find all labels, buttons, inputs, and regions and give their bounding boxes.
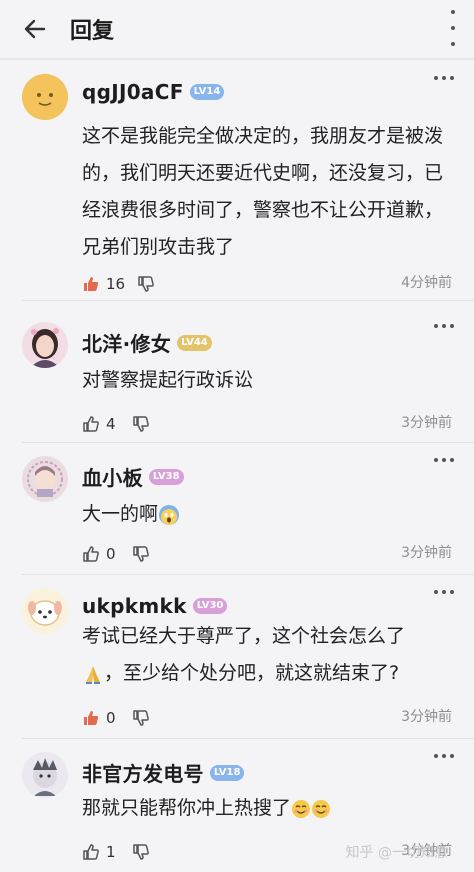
cartoon-dog-avatar-icon <box>22 588 68 634</box>
header-divider <box>0 58 474 60</box>
scream-emoji-icon <box>159 504 180 525</box>
username[interactable]: qgJJ0aCF <box>82 80 184 104</box>
avatar[interactable] <box>22 752 68 798</box>
comment-text: 那就只能帮你冲上热搜了 <box>82 797 292 819</box>
thumbs-up-icon[interactable] <box>82 545 100 563</box>
like-count: 0 <box>106 709 116 727</box>
username[interactable]: 北洋·修女 <box>82 328 171 357</box>
thumbs-down-icon[interactable] <box>132 415 150 433</box>
more-dots-icon[interactable] <box>434 76 454 82</box>
smiley-avatar-icon <box>22 74 68 120</box>
like-count: 4 <box>106 415 116 433</box>
like-count: 16 <box>106 275 126 293</box>
level-badge: LV44 <box>177 334 212 351</box>
avatar[interactable] <box>22 588 68 634</box>
timestamp: 3分钟前 <box>401 709 452 725</box>
more-dots-icon[interactable] <box>434 458 454 464</box>
thumbs-down-icon[interactable] <box>132 709 150 727</box>
comment-text-container: 那就只能帮你冲上热搜了 <box>82 790 454 827</box>
comment-text-line-2: ，至少给个处分吧，就这就结束了? <box>82 655 454 692</box>
more-dots-icon[interactable] <box>434 754 454 760</box>
thumbs-up-icon[interactable] <box>82 275 100 293</box>
avatar[interactable] <box>22 456 68 502</box>
anime-avatar-icon <box>22 456 68 502</box>
comment-divider <box>22 300 474 301</box>
like-count: 1 <box>106 843 116 861</box>
avatar[interactable] <box>22 74 68 120</box>
username[interactable]: 血小板 <box>82 462 143 491</box>
level-badge: LV14 <box>189 84 225 100</box>
thumbs-up-icon[interactable] <box>82 709 100 727</box>
thumbs-down-icon[interactable] <box>132 843 150 861</box>
thumbs-down-icon[interactable] <box>132 545 150 563</box>
comment-text: 这不是我能完全做决定的，我朋友才是被泼的，我们明天还要近代史啊，还没复习，已经浪… <box>82 125 444 258</box>
thumbs-down-icon[interactable] <box>137 275 155 293</box>
smile-emoji-icon <box>292 799 311 818</box>
avatar[interactable] <box>22 322 68 368</box>
thumbs-up-icon[interactable] <box>82 843 100 861</box>
watermark: 知乎 @一切知意 <box>345 845 448 861</box>
comment-text: ，至少给个处分吧，就这就结束了? <box>104 662 400 684</box>
level-badge: LV38 <box>148 468 184 485</box>
level-badge: LV18 <box>209 764 245 781</box>
comment-divider <box>22 442 474 443</box>
comment-divider <box>22 574 474 575</box>
username[interactable]: 非官方发电号 <box>82 758 204 787</box>
page-title: 回复 <box>70 19 115 44</box>
like-count: 0 <box>106 545 116 563</box>
timestamp: 4分钟前 <box>401 275 452 291</box>
more-vertical-icon[interactable] <box>446 10 460 46</box>
thumbs-up-icon[interactable] <box>82 415 100 433</box>
smile-emoji-icon <box>312 799 331 818</box>
comment-divider <box>22 738 474 739</box>
comment-text-container: 大一的啊 <box>82 496 454 533</box>
level-badge: LV30 <box>192 598 228 614</box>
pray-emoji-icon <box>86 665 100 684</box>
username[interactable]: ukpkmkk <box>82 594 187 618</box>
more-dots-icon[interactable] <box>434 590 454 596</box>
arrow-left-icon[interactable] <box>22 16 48 42</box>
more-dots-icon[interactable] <box>434 324 454 330</box>
comment-text-line: 考试已经大于尊严了，这个社会怎么了 <box>82 625 406 647</box>
character-avatar-icon <box>22 752 68 798</box>
comment-text: 对警察提起行政诉讼 <box>82 369 254 391</box>
comment-text-container: 考试已经大于尊严了，这个社会怎么了 ，至少给个处分吧，就这就结束了? <box>82 618 454 692</box>
top-bar: 回复 <box>0 0 474 58</box>
timestamp: 3分钟前 <box>401 415 452 431</box>
timestamp: 3分钟前 <box>401 545 452 561</box>
girl-portrait-avatar-icon <box>22 322 68 368</box>
comment-text: 大一的啊 <box>82 503 159 525</box>
